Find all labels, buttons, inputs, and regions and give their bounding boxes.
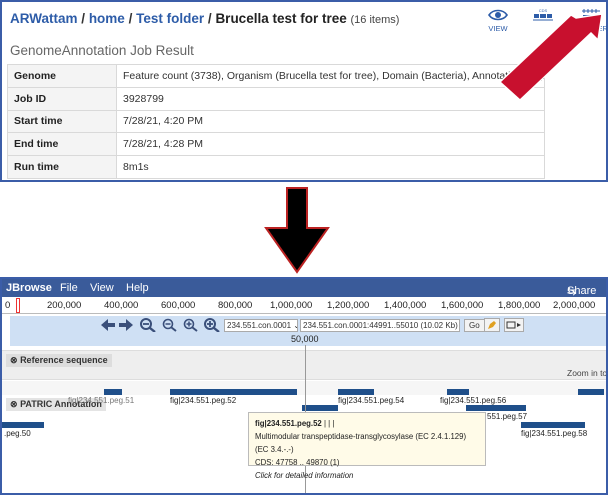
red-pointer-arrow: [498, 13, 603, 100]
tooltip-product: Multimodular transpeptidase-transglycosy…: [255, 432, 467, 454]
gene-feature[interactable]: [578, 389, 604, 395]
tooltip-title: fig|234.551.peg.52: [255, 419, 322, 428]
row-key: Job ID: [7, 86, 117, 111]
close-icon[interactable]: ⊗: [10, 355, 18, 365]
feature-tooltip: fig|234.551.peg.52 | | | Multimodular tr…: [248, 412, 486, 480]
gene-feature[interactable]: [2, 422, 44, 428]
table-row: Genome Feature count (3738), Organism (B…: [7, 64, 545, 88]
feature-label: .peg.50: [4, 429, 31, 438]
menu-file[interactable]: File: [60, 282, 78, 294]
overview-location-marker[interactable]: [16, 298, 20, 313]
gene-feature[interactable]: [466, 405, 526, 411]
menu-view[interactable]: View: [90, 282, 114, 294]
ruler-tick: 600,000: [161, 300, 196, 311]
gene-feature[interactable]: [302, 405, 338, 411]
pan-right-icon[interactable]: [118, 318, 134, 332]
jbrowse-menubar: JBrowse File View Help ⇆ Share: [2, 279, 606, 298]
menu-help[interactable]: Help: [126, 282, 149, 294]
feature-label: fig|234.551.peg.56: [440, 396, 507, 405]
gene-feature[interactable]: [170, 389, 297, 395]
feature-label: fig|234.551.peg.54: [338, 396, 405, 405]
breadcrumb-sep: /: [128, 11, 133, 26]
ruler-tick: 400,000: [104, 300, 139, 311]
breadcrumb: ARWattam / home / Test folder / Brucella…: [10, 11, 399, 26]
row-value: Feature count (3738), Organism (Brucella…: [116, 64, 545, 88]
row-value: 7/28/21, 4:20 PM: [116, 109, 545, 134]
table-row: Run time 8m1s: [7, 155, 545, 179]
ruler-tick: 1,800,000: [498, 300, 541, 311]
row-value: 7/28/21, 4:28 PM: [116, 132, 545, 157]
table-row: End time 7/28/21, 4:28 PM: [7, 132, 545, 157]
row-value: 3928799: [116, 86, 545, 111]
share-label: Share: [567, 285, 597, 297]
row-value: 8m1s: [116, 155, 545, 179]
ruler-tick: 1,400,000: [384, 300, 427, 311]
track-selector-icon[interactable]: [504, 318, 524, 332]
feature-label: fig|234.551.peg.51: [68, 396, 135, 405]
row-key: Genome: [7, 64, 117, 88]
location-input[interactable]: 234.551.con.0001:44991..55010 (10.02 Kb): [300, 319, 460, 332]
breadcrumb-home[interactable]: home: [89, 11, 125, 26]
breadcrumb-current: Brucella test for tree: [215, 11, 347, 26]
feature-label: 551.peg.57: [487, 412, 528, 421]
row-key: End time: [7, 132, 117, 157]
breadcrumb-sep: /: [81, 11, 86, 26]
feature-label: fig|234.551.peg.58: [521, 429, 588, 438]
track-divider: [2, 381, 606, 395]
zoom-in-big-icon[interactable]: [204, 318, 220, 332]
chevron-down-icon: ⌄: [293, 321, 297, 330]
job-info-table: Genome Feature count (3738), Organism (B…: [7, 64, 545, 179]
reference-track: ⊗ Reference sequence Zoom in to se: [2, 350, 606, 380]
ruler-tick: 200,000: [47, 300, 82, 311]
go-button[interactable]: Go: [464, 319, 485, 332]
refseq-value: 234.551.con.0001: [227, 321, 292, 330]
ruler-tick: 1,600,000: [441, 300, 484, 311]
tooltip-bars: | | |: [323, 419, 335, 428]
gene-feature[interactable]: [104, 389, 122, 395]
tooltip-hint: Click for detailed information: [255, 471, 354, 480]
gene-feature[interactable]: [447, 389, 469, 395]
pan-left-icon[interactable]: [100, 318, 116, 332]
feature-label: fig|234.551.peg.52: [170, 396, 237, 405]
row-key: Run time: [7, 155, 117, 179]
breadcrumb-sep: /: [207, 11, 212, 26]
reference-track-name: Reference sequence: [20, 355, 108, 365]
ruler-tick: 0: [5, 300, 11, 311]
tooltip-cds: CDS: 47758 .. 49870 (1): [255, 458, 340, 467]
jbrowse-brand: JBrowse: [6, 282, 52, 294]
close-icon[interactable]: ⊗: [10, 399, 18, 409]
scale-bar: 50,000: [16, 334, 606, 346]
gene-feature[interactable]: [521, 422, 585, 428]
highlight-icon[interactable]: [484, 318, 500, 332]
job-result-title: GenomeAnnotation Job Result: [10, 43, 194, 58]
ruler-tick: 1,000,000: [270, 300, 313, 311]
gene-feature[interactable]: [338, 389, 374, 395]
reference-track-label[interactable]: ⊗ Reference sequence: [6, 354, 112, 367]
row-key: Start time: [7, 109, 117, 134]
ruler-tick: 2,000,000: [553, 300, 596, 311]
down-arrow: [264, 187, 330, 274]
overview-ruler[interactable]: 0 200,000 400,000 600,000 800,000 1,000,…: [2, 297, 606, 314]
zoom-out-big-icon[interactable]: [140, 318, 156, 332]
zoom-in-note: Zoom in to se: [567, 368, 608, 378]
table-row: Start time 7/28/21, 4:20 PM: [7, 109, 545, 134]
table-row: Job ID 3928799: [7, 86, 545, 111]
ruler-tick: 800,000: [218, 300, 253, 311]
scale-label: 50,000: [291, 334, 319, 344]
zoom-out-icon[interactable]: [162, 318, 178, 332]
breadcrumb-root[interactable]: ARWattam: [10, 11, 78, 26]
breadcrumb-folder[interactable]: Test folder: [136, 11, 204, 26]
item-count: (16 items): [350, 14, 400, 26]
zoom-in-icon[interactable]: [183, 318, 199, 332]
refseq-select[interactable]: 234.551.con.0001 ⌄: [224, 319, 298, 332]
ruler-tick: 1,200,000: [327, 300, 370, 311]
